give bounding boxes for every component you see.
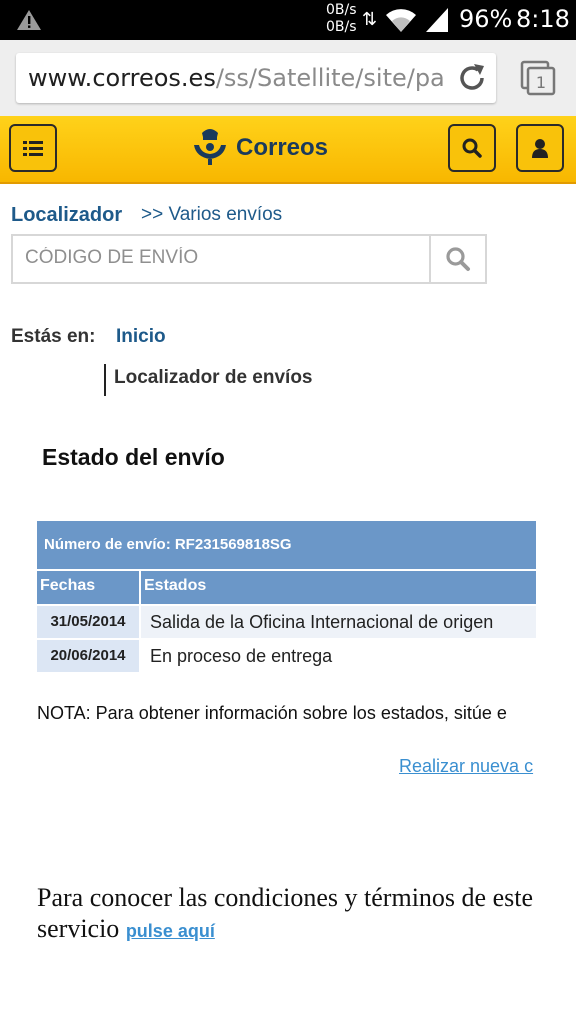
clock: 8:18	[516, 5, 570, 33]
breadcrumb-divider	[104, 364, 106, 396]
conditions-link[interactable]: pulse aquí	[126, 921, 215, 941]
correos-logo-icon	[194, 129, 226, 165]
speed-down: 0B/s	[326, 19, 357, 35]
tabs-icon[interactable]: 1	[520, 60, 556, 96]
tracking-search-button[interactable]	[429, 236, 487, 282]
section-title: Estado del envío	[42, 444, 225, 470]
signal-icon	[426, 8, 448, 32]
url-text[interactable]: www.correos.es/ss/Satellite/site/pa	[28, 64, 448, 92]
column-header-dates: Fechas	[37, 571, 139, 604]
browser-toolbar: www.correos.es/ss/Satellite/site/pa 1	[0, 40, 576, 116]
tracking-search	[11, 234, 487, 284]
varios-envios-link[interactable]: >> Varios envíos	[141, 204, 282, 226]
row-status: Salida de la Oficina Internacional de or…	[141, 606, 536, 638]
table-row: 31/05/2014 Salida de la Oficina Internac…	[37, 606, 536, 638]
search-icon	[446, 247, 470, 271]
url-path: /ss/Satellite/site/pa	[215, 64, 445, 92]
table-header: Fechas Estados	[37, 571, 536, 604]
localizador-title: Localizador	[11, 204, 123, 226]
status-bar: 0B/s 0B/s ⇅ 96% 8:18	[0, 0, 576, 40]
breadcrumb-label: Estás en:	[11, 326, 96, 347]
site-header: Correos	[0, 116, 576, 184]
wifi-icon	[386, 9, 416, 32]
url-bar[interactable]: www.correos.es/ss/Satellite/site/pa	[16, 53, 496, 103]
tab-count: 1	[536, 73, 546, 92]
column-header-states: Estados	[141, 571, 536, 604]
network-speed: 0B/s 0B/s	[326, 2, 357, 36]
user-icon	[532, 139, 548, 158]
tracking-code-input[interactable]	[23, 246, 427, 270]
brand-name[interactable]: Correos	[236, 134, 328, 162]
row-date: 31/05/2014	[37, 606, 139, 638]
header-search-button[interactable]	[448, 124, 496, 172]
data-arrows-icon: ⇅	[362, 9, 378, 30]
search-icon	[462, 138, 482, 158]
menu-icon	[23, 141, 43, 156]
conditions-label: Para conocer las condiciones y términos …	[37, 883, 533, 943]
speed-up: 0B/s	[326, 2, 357, 18]
url-host: www.correos.es	[28, 64, 216, 92]
shipment-number: Número de envío: RF231569818SG	[37, 521, 536, 569]
row-status: En proceso de entrega	[150, 646, 333, 666]
tracking-table: Número de envío: RF231569818SG Fechas Es…	[37, 521, 536, 672]
nota-text: NOTA: Para obtener información sobre los…	[37, 703, 507, 723]
table-row: 20/06/2014 En proceso de entrega	[37, 640, 536, 672]
menu-button[interactable]	[9, 124, 57, 172]
battery-level: 96%	[459, 5, 513, 33]
reload-icon[interactable]	[456, 62, 488, 94]
user-button[interactable]	[516, 124, 564, 172]
breadcrumb-home-link[interactable]: Inicio	[116, 326, 166, 348]
warning-icon	[17, 10, 41, 30]
new-search-link[interactable]: Realizar nueva c	[399, 756, 537, 777]
breadcrumb-current: Localizador de envíos	[114, 367, 313, 388]
conditions-text: Para conocer las condiciones y términos …	[37, 882, 537, 947]
row-date: 20/06/2014	[37, 640, 139, 672]
